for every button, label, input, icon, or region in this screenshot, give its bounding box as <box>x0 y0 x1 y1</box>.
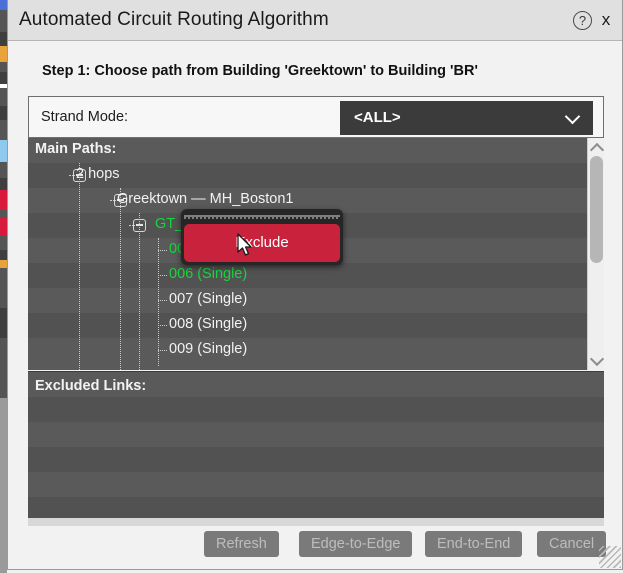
tree-guide-line <box>158 300 167 301</box>
strand-mode-select[interactable]: <ALL> <box>340 101 593 135</box>
background-strip-row <box>0 72 7 84</box>
drag-grip-icon[interactable] <box>184 212 340 224</box>
tree-guide-line <box>158 325 167 326</box>
background-strip-row <box>0 268 7 308</box>
excluded-links-row[interactable] <box>28 422 604 447</box>
main-paths-header: Main Paths: <box>28 138 604 163</box>
excluded-links-title: Excluded Links: <box>35 378 147 394</box>
tree-row-label: 006 (Single) <box>169 266 248 282</box>
background-strip-row <box>0 250 7 260</box>
background-strip-row <box>0 62 7 72</box>
tree-guide-line <box>120 188 121 370</box>
tree-guide-line <box>158 275 167 276</box>
background-strip-row <box>0 398 7 573</box>
background-strip-row <box>0 46 7 62</box>
background-strip-row <box>0 162 7 178</box>
tree-vertical-scrollbar[interactable] <box>587 138 604 370</box>
tree-row-label: 2 hops <box>76 166 120 182</box>
tree-row-partial[interactable] <box>28 363 604 370</box>
chevron-down-icon[interactable] <box>590 354 603 367</box>
tree-row[interactable]: 007 (Single) <box>28 288 604 313</box>
strand-mode-bar: Strand Mode: <ALL> <box>28 96 604 138</box>
dialog-title: Automated Circuit Routing Algorithm <box>19 9 329 30</box>
tree-row[interactable]: 006 (Single) <box>28 263 604 288</box>
background-app-strip <box>0 0 7 573</box>
cancel-button[interactable]: Cancel <box>537 531 607 557</box>
background-strip-row <box>0 120 7 140</box>
chevron-down-icon <box>567 110 580 123</box>
excluded-panel-footer <box>28 518 604 526</box>
end-to-end-button[interactable]: End-to-End <box>425 531 523 557</box>
chevron-up-icon[interactable] <box>590 141 603 154</box>
main-paths-title: Main Paths: <box>35 141 117 157</box>
tree-guide-line <box>110 200 116 201</box>
background-strip-row <box>0 260 7 268</box>
tree-guide-line <box>79 163 80 370</box>
background-strip-row <box>0 178 7 190</box>
background-strip-row <box>0 106 7 120</box>
context-menu[interactable]: Exclude <box>181 209 343 265</box>
background-strip-row <box>0 140 7 162</box>
background-strip-row <box>0 0 7 10</box>
background-strip-row <box>0 308 7 338</box>
tree-row-label: 009 (Single) <box>169 341 248 357</box>
help-icon[interactable]: ? <box>573 11 592 30</box>
resize-grip[interactable] <box>599 546 621 568</box>
background-strip-row <box>0 10 7 32</box>
tree-row-label: 007 (Single) <box>169 291 248 307</box>
edge-to-edge-button[interactable]: Edge-to-Edge <box>299 531 413 557</box>
menu-item-exclude[interactable]: Exclude <box>184 224 340 262</box>
excluded-links-row[interactable] <box>28 397 604 422</box>
tree-guide-line <box>69 175 75 176</box>
background-strip-row <box>0 338 7 398</box>
strand-mode-value: <ALL> <box>354 109 401 126</box>
scrollbar-thumb[interactable] <box>590 156 603 263</box>
excluded-links-row[interactable] <box>28 472 604 497</box>
background-strip-row <box>0 32 7 46</box>
background-strip-row <box>0 190 7 210</box>
tree-row-label: Greektown — MH_Boston1 <box>117 191 294 207</box>
excluded-links-rows <box>28 372 604 522</box>
excluded-links-row[interactable] <box>28 447 604 472</box>
dialog-button-bar: Refresh Edge-to-Edge End-to-End Cancel <box>8 531 623 557</box>
dialog-titlebar: Automated Circuit Routing Algorithm ? x <box>8 0 622 41</box>
tree-guide-line <box>158 350 167 351</box>
strand-mode-label: Strand Mode: <box>41 109 129 125</box>
tree-guide-line <box>139 213 140 370</box>
circuit-routing-dialog: Automated Circuit Routing Algorithm ? x … <box>7 0 623 570</box>
tree-row[interactable]: 2 hops <box>28 163 604 188</box>
close-icon[interactable]: x <box>598 10 614 30</box>
tree-row-label: 008 (Single) <box>169 316 248 332</box>
background-strip-row <box>0 236 7 250</box>
tree-guide-line <box>129 225 135 226</box>
tree-row[interactable]: 008 (Single) <box>28 313 604 338</box>
step-heading: Step 1: Choose path from Building 'Greek… <box>42 63 478 79</box>
background-strip-row <box>0 210 7 218</box>
background-strip-row <box>0 218 7 236</box>
background-strip-row <box>0 88 7 106</box>
excluded-links-panel[interactable]: Excluded Links: <box>28 371 604 526</box>
tree-guide-line <box>158 238 159 366</box>
tree-row[interactable]: 009 (Single) <box>28 338 604 363</box>
refresh-button[interactable]: Refresh <box>204 531 279 557</box>
tree-guide-line <box>158 250 167 251</box>
